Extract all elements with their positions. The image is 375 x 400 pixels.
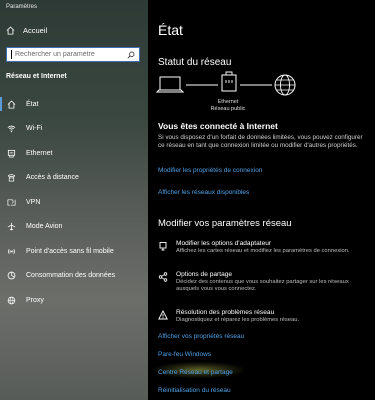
- link-available-networks[interactable]: Afficher les réseaux disponibles: [158, 189, 249, 196]
- option-adapter[interactable]: Modifier les options d'adaptateur Affich…: [158, 240, 370, 255]
- sidebar: Paramètres Accueil Rechercher un paramèt…: [0, 0, 148, 400]
- page-title: État: [158, 22, 183, 38]
- sidebar-nav: État Wi-Fi Ethernet Accès à distance VPN…: [0, 92, 148, 313]
- link-network-properties[interactable]: Afficher vos propriétés réseau: [158, 333, 244, 340]
- laptop-icon: [155, 76, 185, 93]
- sidebar-item-label: Ethernet: [26, 149, 53, 157]
- link-connection-properties[interactable]: Modifier les propriétés de connexion: [158, 167, 262, 174]
- link-network-reset[interactable]: Réinitialisation du réseau: [158, 387, 231, 394]
- modify-settings-title: Modifier vos paramètres réseau: [158, 218, 292, 229]
- network-diagram-graphic: [155, 71, 296, 96]
- hotspot-icon: [7, 248, 16, 254]
- link-firewall[interactable]: Pare-feu Windows: [158, 351, 211, 358]
- sidebar-item-acces-distance[interactable]: Accès à distance: [0, 166, 148, 191]
- option-title: Résolution des problèmes réseau: [176, 309, 275, 316]
- connection-status-desc: Si vous disposez d'un forfait de données…: [158, 134, 363, 150]
- sidebar-item-etat[interactable]: État: [0, 92, 148, 117]
- option-title: Modifier les options d'adaptateur: [176, 240, 272, 247]
- ethernet-adapter-icon: [221, 71, 237, 92]
- sidebar-item-label: Proxy: [26, 296, 44, 304]
- network-diagram: [148, 70, 375, 118]
- sidebar-item-label: VPN: [26, 198, 41, 206]
- option-desc: Affichez les cartes réseau et modifiez l…: [176, 248, 350, 254]
- option-desc: Diagnostiquez et réparez les problèmes r…: [176, 317, 300, 323]
- home-icon: [7, 100, 16, 109]
- sharing-icon: [158, 272, 168, 282]
- sidebar-item-label: Accès à distance: [26, 174, 79, 182]
- sidebar-item-label: Consommation des données: [26, 272, 116, 280]
- adapter-icon: [159, 242, 167, 251]
- sidebar-item-ethernet[interactable]: Ethernet: [0, 141, 148, 166]
- home-nav-item[interactable]: Accueil: [6, 26, 47, 35]
- wifi-icon: [7, 125, 16, 133]
- sidebar-item-label: État: [26, 100, 39, 108]
- sidebar-item-label: Wi-Fi: [26, 125, 43, 133]
- sidebar-section-title: Réseau et Internet: [6, 73, 67, 80]
- sidebar-item-point-acces[interactable]: Point d'accès sans fil mobile: [0, 239, 148, 264]
- sidebar-item-label: Point d'accès sans fil mobile: [26, 247, 114, 255]
- home-icon: [6, 26, 15, 35]
- ethernet-icon: [7, 149, 16, 158]
- option-troubleshoot[interactable]: Résolution des problèmes réseau Diagnost…: [158, 309, 370, 324]
- window-title: Paramètres: [6, 4, 38, 10]
- connection-status-title: Vous êtes connecté à Internet: [158, 121, 278, 131]
- text-cursor: [11, 50, 12, 59]
- warning-icon: [158, 310, 168, 320]
- adapter-label: Ethernet: [217, 99, 239, 105]
- vpn-icon: [7, 199, 16, 206]
- option-desc: Décidez des contenus que vous souhaitez …: [176, 279, 349, 293]
- sidebar-item-label: Mode Avion: [26, 223, 63, 231]
- option-sharing[interactable]: Options de partage Décidez des contenus …: [158, 271, 370, 294]
- airplane-icon: [7, 222, 16, 231]
- sidebar-item-mode-avion[interactable]: Mode Avion: [0, 215, 148, 240]
- dialup-icon: [7, 174, 16, 182]
- data-usage-icon: [7, 271, 16, 280]
- network-status-title: Statut du réseau: [158, 57, 232, 68]
- search-placeholder: Rechercher un paramètre: [15, 51, 95, 58]
- home-label: Accueil: [23, 26, 48, 35]
- search-icon[interactable]: [127, 51, 135, 59]
- main-panel: État Statut du réseau Ethernet Réseau pu…: [148, 0, 375, 400]
- sidebar-item-wifi[interactable]: Wi-Fi: [0, 117, 148, 142]
- sidebar-item-vpn[interactable]: VPN: [0, 190, 148, 215]
- sidebar-item-consommation[interactable]: Consommation des données: [0, 264, 148, 289]
- link-network-sharing-center[interactable]: Centre Réseau et partage: [158, 369, 233, 376]
- option-title: Options de partage: [176, 271, 233, 278]
- network-type-label: Réseau public: [210, 106, 246, 112]
- sidebar-item-proxy[interactable]: Proxy: [0, 288, 148, 313]
- globe-icon: [7, 296, 16, 305]
- internet-globe-icon: [274, 74, 296, 96]
- search-input[interactable]: Rechercher un paramètre: [6, 47, 140, 62]
